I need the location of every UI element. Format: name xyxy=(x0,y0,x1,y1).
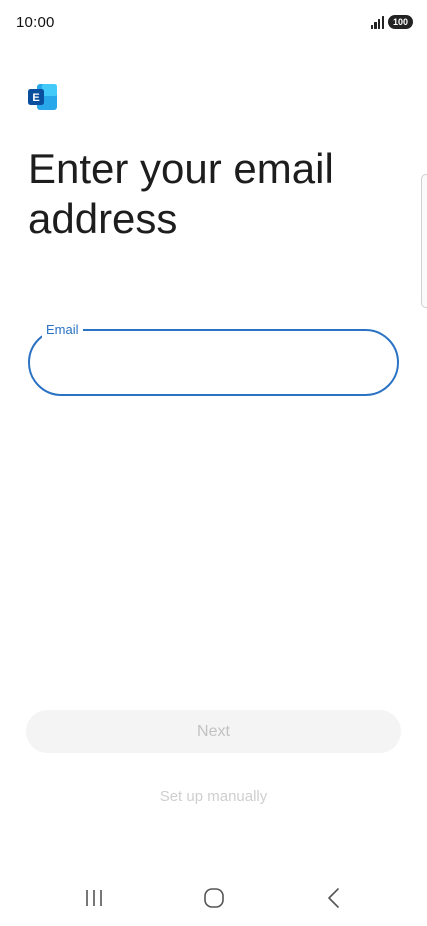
home-icon xyxy=(204,888,224,908)
exchange-logo-icon: E xyxy=(28,84,58,110)
page-title: Enter your email address xyxy=(28,145,334,242)
recents-icon xyxy=(86,890,102,906)
home-button[interactable] xyxy=(194,884,234,912)
email-field-label: Email xyxy=(42,322,83,338)
status-icons: 100 xyxy=(370,15,413,29)
set-up-manually-link[interactable]: Set up manually xyxy=(0,788,427,805)
status-bar: 10:00 100 xyxy=(0,0,427,48)
back-icon xyxy=(328,888,339,908)
email-input[interactable] xyxy=(50,345,379,383)
battery-icon: 100 xyxy=(388,15,413,29)
recents-button[interactable] xyxy=(74,884,114,912)
navigation-bar xyxy=(0,870,427,926)
email-field[interactable] xyxy=(28,329,399,396)
next-button[interactable]: Next xyxy=(26,710,401,753)
edge-panel-handle[interactable] xyxy=(421,174,427,308)
status-time: 10:00 xyxy=(16,14,55,31)
signal-bars-icon xyxy=(370,15,384,29)
back-button[interactable] xyxy=(314,884,354,912)
logo-letter: E xyxy=(32,92,39,104)
